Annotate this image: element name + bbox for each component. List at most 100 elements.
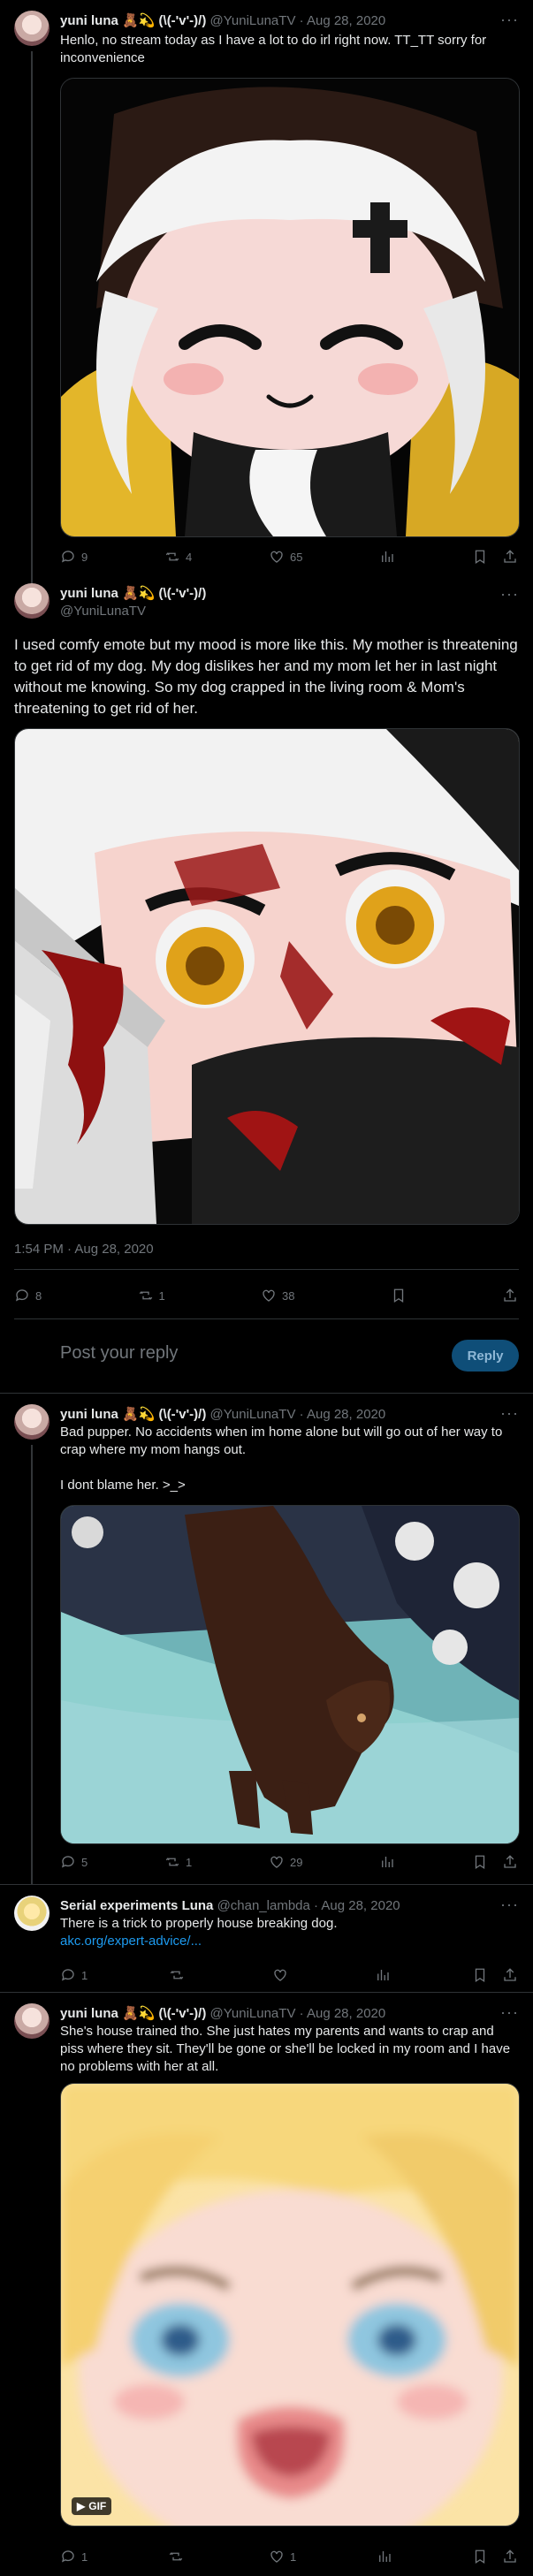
author-handle[interactable]: @chan_lambda	[217, 1898, 310, 1913]
views-button[interactable]	[375, 1967, 391, 1983]
tweet-text: She's house trained tho. She just hates …	[60, 2024, 511, 2074]
reply-button[interactable]: 1	[60, 1967, 88, 1983]
author-name[interactable]: Serial experiments Luna	[60, 1898, 213, 1913]
bookmark-icon[interactable]	[472, 549, 488, 565]
retweet-icon	[169, 2552, 182, 2561]
retweet-icon	[171, 1971, 184, 1979]
retweet-button[interactable]	[169, 1967, 190, 1983]
share-icon[interactable]	[502, 549, 518, 565]
more-icon[interactable]: ···	[500, 11, 519, 29]
author-handle[interactable]: @YuniLunaTV	[209, 1407, 295, 1422]
reply-button[interactable]: 1	[60, 2549, 88, 2565]
tweet-3[interactable]: yuni luna 🧸💫 (\(-'v'-)/) @YuniLunaTV · A…	[0, 1394, 533, 1884]
share-button[interactable]	[502, 1288, 518, 1303]
tweet-2-focused[interactable]: yuni luna 🧸💫 (\(-'v'-)/) @YuniLunaTV ···…	[0, 583, 533, 1361]
analytics-icon	[382, 551, 393, 562]
tweet-actions: 1	[60, 1966, 518, 1984]
tweet-actions: 8 1 38	[14, 1287, 518, 1304]
like-button[interactable]	[272, 1967, 293, 1983]
bookmark-icon[interactable]	[472, 2549, 488, 2565]
share-icon[interactable]	[502, 2549, 518, 2565]
views-button[interactable]	[377, 2549, 392, 2565]
views-button[interactable]	[379, 549, 395, 565]
author-name[interactable]: yuni luna 🧸💫 (\(-'v'-)/)	[60, 1407, 206, 1422]
heart-icon	[263, 1289, 275, 1302]
like-button[interactable]: 65	[269, 549, 302, 565]
tweet-date[interactable]: Aug 28, 2020	[321, 1898, 400, 1913]
tweet-image[interactable]	[60, 1505, 520, 1844]
more-icon[interactable]: ···	[500, 585, 519, 604]
author-name[interactable]: yuni luna 🧸💫 (\(-'v'-)/)	[60, 586, 206, 601]
share-icon[interactable]	[502, 1854, 518, 1870]
tweet-date[interactable]: Aug 28, 2020	[307, 1407, 385, 1422]
author-handle[interactable]: @YuniLunaTV	[209, 13, 295, 28]
chibi-image	[61, 79, 519, 536]
reply-button[interactable]: 5	[60, 1854, 88, 1870]
dog-photo	[61, 1506, 519, 1843]
more-icon[interactable]: ···	[500, 1404, 519, 1423]
tweet-5[interactable]: yuni luna 🧸💫 (\(-'v'-)/) @YuniLunaTV · A…	[0, 1993, 533, 2576]
tweet-1[interactable]: yuni luna 🧸💫 (\(-'v'-)/) @YuniLunaTV · A…	[0, 0, 533, 589]
retweet-button[interactable]	[168, 2549, 189, 2565]
tweet-text-2: I dont blame her. >_>	[60, 1478, 186, 1493]
avatar[interactable]	[14, 1896, 49, 1931]
analytics-icon	[377, 1970, 389, 1980]
reply-icon	[61, 2550, 74, 2563]
angry-chibi-image	[15, 729, 519, 1224]
avatar[interactable]	[14, 11, 49, 46]
views-button[interactable]	[379, 1854, 395, 1870]
play-icon: ▶	[77, 2500, 86, 2512]
avatar[interactable]	[14, 2003, 49, 2039]
heart-icon	[270, 551, 283, 563]
tweet-actions: 9 4 65	[60, 548, 518, 566]
reply-submit-button[interactable]: Reply	[452, 1340, 519, 1372]
author-name[interactable]: yuni luna 🧸💫 (\(-'v'-)/)	[60, 2006, 206, 2021]
gif-badge[interactable]: ▶ GIF	[72, 2497, 112, 2515]
share-icon[interactable]	[502, 1967, 518, 1983]
anime-gif-image	[61, 2084, 519, 2526]
reply-button[interactable]: 9	[60, 549, 88, 565]
heart-icon	[270, 2550, 283, 2563]
retweet-button[interactable]: 1	[138, 1288, 165, 1303]
thread-line	[31, 51, 33, 589]
tweet-gif[interactable]: ▶ GIF	[60, 2083, 520, 2527]
more-icon[interactable]: ···	[500, 2003, 519, 2022]
reply-input[interactable]: Post your reply	[60, 1343, 178, 1364]
like-button[interactable]: 38	[261, 1288, 294, 1303]
like-button[interactable]: 1	[269, 2549, 296, 2565]
avatar[interactable]	[14, 583, 49, 619]
author-name[interactable]: yuni luna 🧸💫 (\(-'v'-)/)	[60, 13, 206, 28]
reply-button[interactable]: 8	[14, 1288, 42, 1303]
thread-line	[31, 1445, 33, 1884]
heart-icon	[270, 1856, 283, 1868]
heart-icon	[273, 1969, 286, 1981]
bookmark-icon[interactable]	[472, 1854, 488, 1870]
author-handle[interactable]: @YuniLunaTV	[209, 2006, 295, 2021]
more-icon[interactable]: ···	[500, 1896, 519, 1914]
tweet-image[interactable]	[14, 728, 520, 1225]
tweet-4[interactable]: Serial experiments Luna @chan_lambda · A…	[0, 1885, 533, 1991]
tweet-timestamp[interactable]: 1:54 PM · Aug 28, 2020	[14, 1241, 154, 1258]
reply-composer: Post your reply Reply	[0, 1326, 533, 1391]
tweet-actions: 5 1 29	[60, 1853, 518, 1871]
like-button[interactable]: 29	[269, 1854, 302, 1870]
author-handle[interactable]: @YuniLunaTV	[60, 604, 146, 619]
tweet-text: There is a trick to properly house break…	[60, 1916, 338, 1931]
reply-icon	[61, 1856, 74, 1868]
tweet-date[interactable]: Aug 28, 2020	[307, 2006, 385, 2021]
retweet-icon	[165, 1858, 179, 1866]
analytics-icon	[378, 2551, 391, 2562]
avatar[interactable]	[14, 1404, 49, 1440]
analytics-icon	[382, 1857, 393, 1867]
tweet-date[interactable]: Aug 28, 2020	[307, 13, 385, 28]
share-icon	[504, 1288, 516, 1302]
gif-label: GIF	[88, 2500, 107, 2512]
retweet-button[interactable]: 4	[164, 549, 192, 565]
tweet-image[interactable]	[60, 78, 520, 537]
reply-icon	[15, 1289, 28, 1302]
bookmark-icon[interactable]	[472, 1967, 488, 1983]
tweet-link[interactable]: akc.org/expert-advice/...	[60, 1933, 202, 1950]
bookmark-icon	[393, 1288, 403, 1303]
bookmark-button[interactable]	[391, 1288, 407, 1303]
retweet-button[interactable]: 1	[164, 1854, 192, 1870]
